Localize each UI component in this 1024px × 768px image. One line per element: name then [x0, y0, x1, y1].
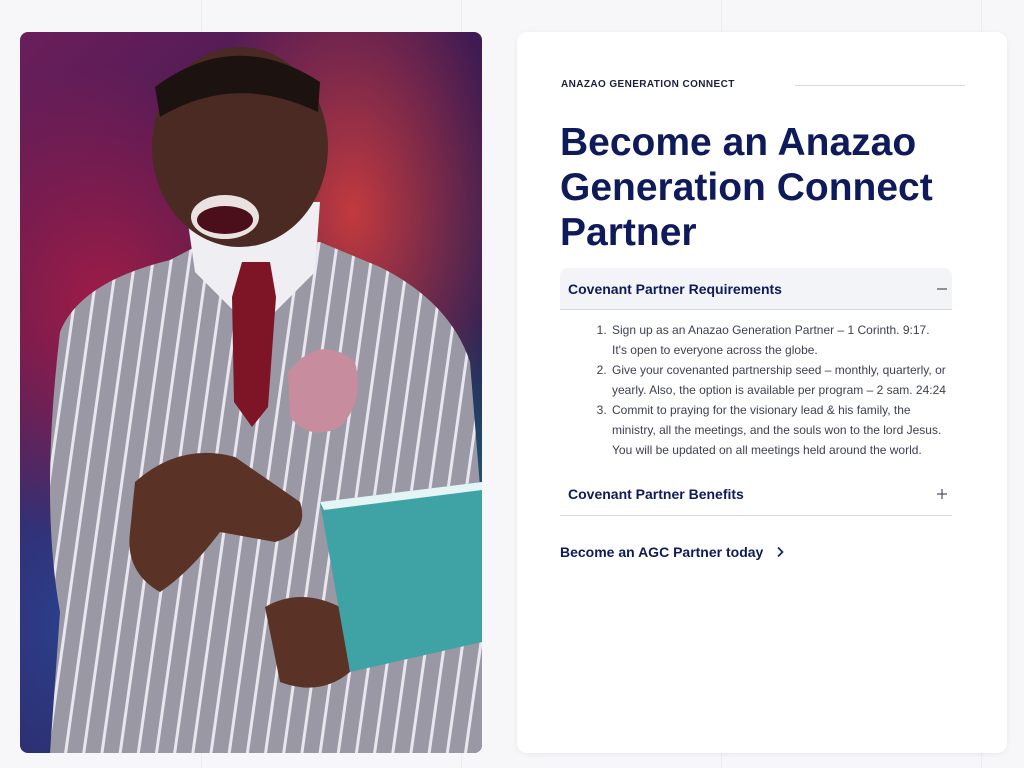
eyebrow-divider: [795, 85, 965, 86]
requirements-list: Sign up as an Anazao Generation Partner …: [598, 320, 946, 460]
chevron-right-icon: [777, 546, 784, 558]
list-item: Give your covenanted partnership seed – …: [610, 360, 946, 400]
list-item: Sign up as an Anazao Generation Partner …: [610, 320, 946, 360]
become-partner-link[interactable]: Become an AGC Partner today: [560, 544, 785, 560]
page-title: Become an Anazao Generation Connect Part…: [560, 121, 933, 254]
preacher-illustration: [50, 47, 482, 753]
plus-icon: [937, 488, 947, 499]
hero-photo: [20, 32, 482, 753]
accordion-header-requirements[interactable]: Covenant Partner Requirements: [560, 268, 952, 310]
minus-icon: [937, 287, 947, 290]
accordion-panel-requirements: Sign up as an Anazao Generation Partner …: [560, 310, 952, 472]
eyebrow-label: ANAZAO GENERATION CONNECT: [561, 79, 735, 90]
accordion-label-benefits: Covenant Partner Benefits: [568, 485, 744, 502]
accordion-header-benefits[interactable]: Covenant Partner Benefits: [560, 472, 952, 516]
list-item: Commit to praying for the visionary lead…: [610, 400, 946, 460]
partner-accordion: Covenant Partner Requirements Sign up as…: [560, 268, 952, 516]
accordion-label-requirements: Covenant Partner Requirements: [568, 280, 782, 297]
partner-card: ANAZAO GENERATION CONNECT Become an Anaz…: [517, 32, 1007, 753]
page: ANAZAO GENERATION CONNECT Become an Anaz…: [0, 0, 1024, 768]
cta-label: Become an AGC Partner today: [560, 544, 764, 560]
